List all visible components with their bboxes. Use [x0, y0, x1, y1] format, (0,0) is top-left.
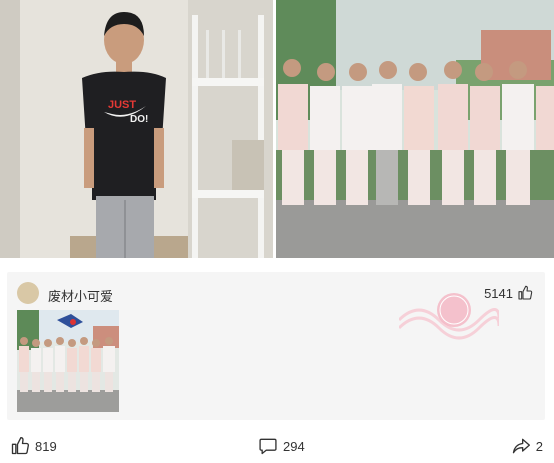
- like-count: 819: [35, 438, 57, 454]
- svg-text:DO!: DO!: [130, 114, 148, 125]
- comment-count: 294: [283, 438, 305, 454]
- post-photos: JUST DO!: [0, 0, 554, 258]
- thumbs-up-icon: [11, 437, 30, 455]
- post-action-bar: 819 294 2: [0, 433, 554, 459]
- comment-image-thumbnail[interactable]: [17, 310, 119, 412]
- svg-text:JUST: JUST: [108, 99, 136, 111]
- comment-like-button[interactable]: 5141: [484, 285, 533, 301]
- avatar[interactable]: [17, 282, 39, 304]
- thumbs-up-icon: [518, 285, 533, 300]
- speech-bubble-icon: [259, 438, 277, 455]
- comment-like-count: 5141: [484, 285, 513, 301]
- comment-button[interactable]: 294: [258, 436, 305, 456]
- comment-username[interactable]: 废材小可爱: [48, 286, 113, 305]
- photo-group-of-students[interactable]: [276, 0, 554, 258]
- share-count: 2: [535, 438, 543, 454]
- comment-card: 废材小可爱 5141: [7, 272, 545, 420]
- like-button[interactable]: 819: [10, 436, 57, 456]
- share-button[interactable]: 2: [511, 436, 543, 456]
- share-arrow-icon: [512, 438, 530, 454]
- photo-boy-in-dorm[interactable]: JUST DO!: [0, 0, 273, 258]
